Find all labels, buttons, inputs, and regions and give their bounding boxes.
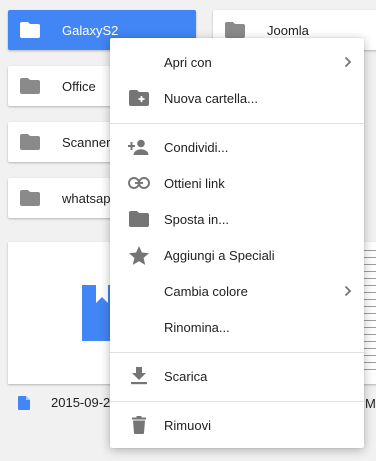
folder-icon <box>128 209 150 229</box>
file-name: 2015-09-2 <box>51 395 111 410</box>
folder-icon <box>20 78 40 94</box>
menu-item-label: Apri con <box>164 54 212 70</box>
menu-item-label: Aggiungi a Speciali <box>164 247 275 263</box>
menu-item-label: Ottieni link <box>164 175 225 191</box>
folder-plus-icon <box>128 88 150 108</box>
menu-item-share[interactable]: Condividi... <box>110 131 364 163</box>
bookmark-icon <box>96 285 108 303</box>
folder-icon <box>225 22 245 38</box>
menu-item-open-with[interactable]: Apri con <box>110 46 364 78</box>
folder-icon <box>20 190 40 206</box>
folder-name: Office <box>62 78 96 94</box>
folder-name: GalaxyS2 <box>62 22 119 38</box>
menu-item-new-folder[interactable]: Nuova cartella... <box>110 82 364 114</box>
person-add-icon <box>128 137 150 157</box>
menu-item-move-to[interactable]: Sposta in... <box>110 203 364 235</box>
menu-divider <box>110 123 364 124</box>
file-name-row[interactable]: 2015-09-2 <box>18 395 110 410</box>
menu-item-rename[interactable]: Rinomina... <box>110 311 364 343</box>
link-icon <box>128 173 150 193</box>
menu-item-label: Cambia colore <box>164 283 248 299</box>
download-icon <box>128 366 150 386</box>
menu-item-download[interactable]: Scarica <box>110 360 364 392</box>
chevron-right-icon <box>344 56 352 68</box>
menu-divider <box>110 401 364 402</box>
menu-item-label: Rinomina... <box>164 319 230 335</box>
document-icon <box>18 395 30 410</box>
menu-divider <box>110 352 364 353</box>
doc-preview-lines <box>362 250 376 376</box>
file-name-right: M. <box>365 396 376 411</box>
folder-icon <box>20 134 40 150</box>
menu-item-get-link[interactable]: Ottieni link <box>110 167 364 199</box>
menu-item-label: Rimuovi <box>164 417 211 433</box>
menu-item-label: Condividi... <box>164 139 229 155</box>
context-menu: Apri con Nuova cartella... Condividi... … <box>110 38 364 448</box>
chevron-right-icon <box>344 285 352 297</box>
star-icon <box>128 245 150 265</box>
trash-icon <box>128 415 150 435</box>
menu-item-label: Nuova cartella... <box>164 90 258 106</box>
menu-item-remove[interactable]: Rimuovi <box>110 409 364 441</box>
folder-name: Joomla <box>267 22 309 38</box>
menu-item-change-color[interactable]: Cambia colore <box>110 275 364 307</box>
menu-item-add-starred[interactable]: Aggiungi a Speciali <box>110 239 364 271</box>
menu-item-label: Sposta in... <box>164 211 230 227</box>
menu-item-label: Scarica <box>164 368 208 384</box>
folder-icon <box>20 22 40 38</box>
drive-view: GalaxyS2 Joomla Office Scanner7 whatsapp <box>0 0 376 461</box>
